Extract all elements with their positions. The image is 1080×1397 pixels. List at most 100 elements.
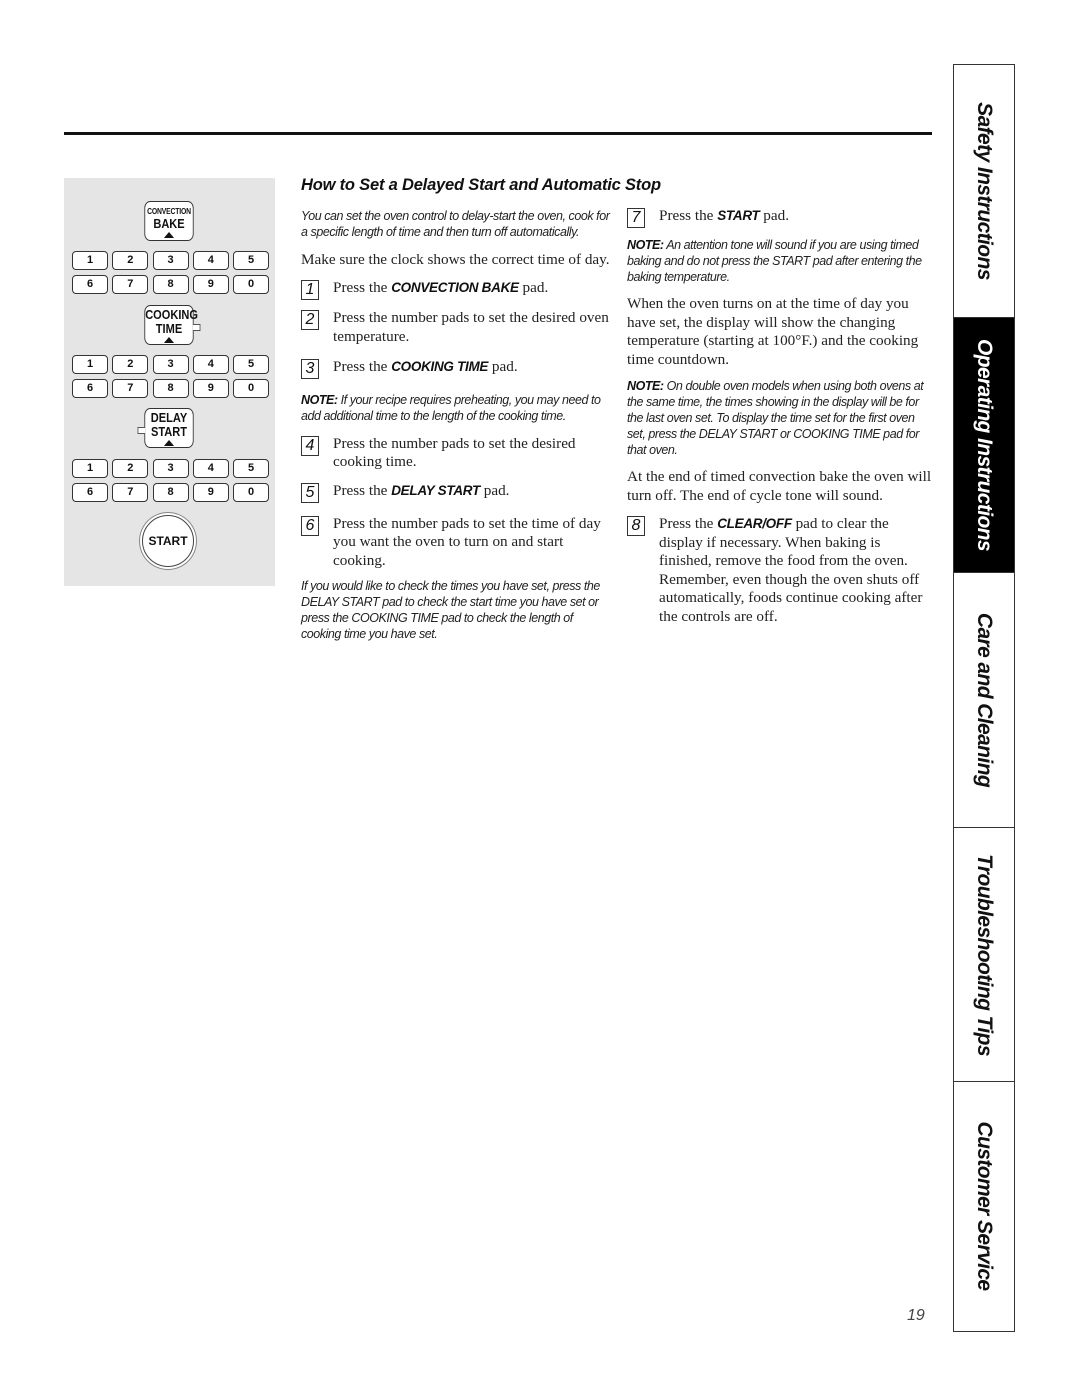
- number-pad-2: 2: [112, 251, 149, 270]
- oven-on-text: When the oven turns on at the time of da…: [627, 295, 919, 368]
- keypad-row: 1 2 3 4 5: [72, 355, 269, 374]
- number-pad-4: 4: [192, 459, 229, 478]
- step-1: 1 Press the CONVECTION BAKE pad.: [301, 279, 611, 301]
- check-times-note: If you would like to check the times you…: [301, 579, 600, 641]
- keypad-row: 1 2 3 4 5: [72, 459, 269, 478]
- number-pad-3: 3: [152, 459, 189, 478]
- clock-note: Make sure the clock shows the correct ti…: [301, 250, 610, 268]
- number-pad-1: 1: [72, 459, 108, 478]
- number-pad-7: 7: [112, 379, 149, 398]
- step-number: 2: [301, 310, 319, 331]
- step-2: 2 Press the number pads to set the desir…: [301, 309, 611, 346]
- start-pad: START: [142, 515, 194, 567]
- keypad-2: 1 2 3 4 5 6 7 8 9 0: [72, 355, 269, 403]
- preheat-note: NOTE: If your recipe requires preheating…: [301, 393, 601, 423]
- connector-tick: [137, 427, 146, 434]
- tab-label: Troubleshooting Tips: [973, 853, 996, 1056]
- top-divider-rule: [64, 132, 932, 135]
- tab-label: Operating Instructions: [973, 339, 996, 551]
- page-number: 19: [907, 1307, 925, 1324]
- number-pad-0: 0: [233, 483, 269, 502]
- step-text: Press the number pads to set the time of…: [333, 514, 601, 569]
- step-number: 4: [301, 435, 319, 456]
- number-pad-3: 3: [152, 251, 189, 270]
- intro-text: You can set the oven control to delay-st…: [301, 209, 610, 239]
- step-7: 7 Press the START pad.: [627, 207, 932, 228]
- tab-care-and-cleaning[interactable]: Care and Cleaning: [954, 573, 1014, 828]
- connector-tick: [192, 324, 201, 331]
- step-text: Press the START pad.: [659, 207, 789, 224]
- section-tabs: Safety Instructions Operating Instructio…: [953, 64, 1015, 1332]
- delay-start-pad: DELAY START: [137, 408, 194, 448]
- number-pad-8: 8: [152, 379, 189, 398]
- step-number: 6: [301, 515, 319, 536]
- number-pad-7: 7: [112, 275, 149, 294]
- tab-label: Care and Cleaning: [973, 612, 996, 788]
- step-number: 5: [301, 482, 319, 503]
- number-pad-7: 7: [112, 483, 149, 502]
- number-pad-1: 1: [72, 355, 108, 374]
- keypad-3: 1 2 3 4 5 6 7 8 9 0: [72, 459, 269, 507]
- number-pad-5: 5: [233, 459, 269, 478]
- cooking-time-pad: COOKING TIME: [144, 305, 201, 345]
- delay-label: DELAY: [150, 410, 188, 425]
- tab-customer-service[interactable]: Customer Service: [954, 1082, 1014, 1330]
- cooking-label: COOKING: [145, 307, 199, 322]
- tab-operating-instructions[interactable]: Operating Instructions: [954, 318, 1014, 573]
- number-pad-8: 8: [152, 275, 189, 294]
- instructions-column-1: You can set the oven control to delay-st…: [301, 209, 611, 652]
- indicator-arrow-icon: [163, 232, 175, 238]
- step-text: Press the COOKING TIME pad.: [333, 358, 518, 376]
- number-pad-9: 9: [192, 483, 229, 502]
- number-pad-4: 4: [192, 251, 229, 270]
- step-text: Press the CONVECTION BAKE pad.: [333, 279, 549, 297]
- number-pad-0: 0: [233, 275, 269, 294]
- step-4: 4 Press the number pads to set the desir…: [301, 435, 611, 472]
- number-pad-5: 5: [233, 355, 269, 374]
- number-pad-8: 8: [152, 483, 189, 502]
- keypad-row: 6 7 8 9 0: [72, 379, 269, 398]
- step-text: Press the number pads to set the desired…: [333, 434, 576, 471]
- number-pad-2: 2: [112, 459, 149, 478]
- number-pad-1: 1: [72, 251, 108, 270]
- keypad-1: 1 2 3 4 5 6 7 8 9 0: [72, 251, 269, 299]
- tab-label: Safety Instructions: [973, 102, 996, 280]
- step-text: Press the DELAY START pad.: [333, 481, 510, 499]
- number-pad-9: 9: [192, 379, 229, 398]
- attention-tone-note: NOTE: An attention tone will sound if yo…: [627, 238, 922, 284]
- step-6: 6 Press the number pads to set the time …: [301, 515, 611, 571]
- end-of-cycle-text: At the end of timed convection bake the …: [627, 468, 932, 504]
- tab-safety-instructions[interactable]: Safety Instructions: [954, 65, 1014, 318]
- indicator-arrow-icon: [163, 440, 175, 446]
- keypad-row: 6 7 8 9 0: [72, 275, 269, 294]
- keypad-row: 1 2 3 4 5: [72, 251, 269, 270]
- tab-label: Customer Service: [973, 1121, 996, 1291]
- number-pad-5: 5: [233, 251, 269, 270]
- step-text: Press the number pads to set the desired…: [333, 309, 609, 345]
- number-pad-3: 3: [152, 355, 189, 374]
- time-label: TIME: [155, 321, 183, 336]
- step-5: 5 Press the DELAY START pad.: [301, 482, 611, 503]
- step-3: 3 Press the COOKING TIME pad.: [301, 358, 611, 380]
- step-number: 1: [301, 280, 319, 301]
- number-pad-0: 0: [233, 379, 269, 398]
- number-pad-6: 6: [72, 483, 108, 502]
- step-8: 8 Press the CLEAR/OFF pad to clear the d…: [627, 515, 932, 626]
- step-text: Press the CLEAR/OFF pad to clear the dis…: [659, 515, 923, 625]
- bake-label: BAKE: [153, 216, 185, 231]
- indicator-arrow-icon: [163, 337, 175, 343]
- step-number: 3: [301, 359, 319, 380]
- number-pad-6: 6: [72, 275, 108, 294]
- step-number: 8: [627, 516, 645, 537]
- section-title: How to Set a Delayed Start and Automatic…: [301, 176, 661, 194]
- number-pad-2: 2: [112, 355, 149, 374]
- step-number: 7: [627, 208, 645, 228]
- tab-troubleshooting-tips[interactable]: Troubleshooting Tips: [954, 828, 1014, 1082]
- start-label: START: [150, 424, 188, 439]
- control-panel-illustration: CONVECTION BAKE 1 2 3 4 5 6 7 8 9 0 COOK…: [64, 178, 275, 586]
- number-pad-6: 6: [72, 379, 108, 398]
- instructions-column-2: 7 Press the START pad. NOTE: An attentio…: [627, 207, 932, 635]
- number-pad-9: 9: [192, 275, 229, 294]
- double-oven-note: NOTE: On double oven models when using b…: [627, 379, 924, 457]
- number-pad-4: 4: [192, 355, 229, 374]
